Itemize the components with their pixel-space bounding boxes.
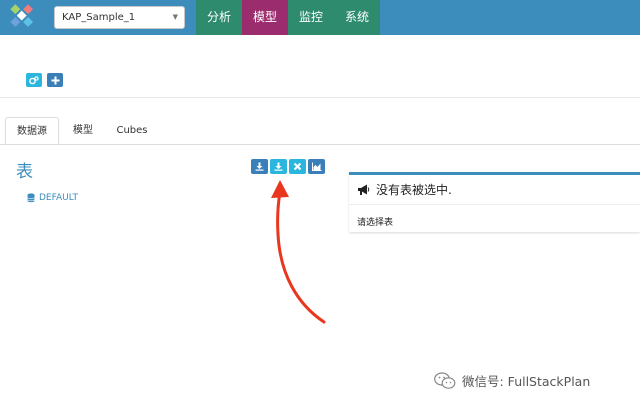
project-select[interactable]: KAP_Sample_1 ▼ bbox=[54, 6, 185, 29]
divider bbox=[0, 97, 640, 98]
panel-header: 没有表被选中. bbox=[349, 175, 640, 205]
cogs-icon bbox=[29, 75, 39, 84]
download-icon bbox=[255, 162, 264, 171]
nav-tab-system[interactable]: 系统 bbox=[334, 0, 380, 35]
tab-datasource[interactable]: 数据源 bbox=[5, 117, 59, 145]
load-table-button[interactable] bbox=[270, 159, 287, 174]
nav-tab-analysis[interactable]: 分析 bbox=[196, 0, 242, 35]
nav-tab-model[interactable]: 模型 bbox=[242, 0, 288, 35]
tree-item-default[interactable]: DEFAULT bbox=[27, 193, 78, 203]
download-button[interactable] bbox=[251, 159, 268, 174]
project-select-value: KAP_Sample_1 bbox=[62, 12, 136, 23]
caret-down-icon: ▼ bbox=[172, 13, 178, 21]
tab-models[interactable]: 模型 bbox=[62, 117, 104, 145]
plus-icon bbox=[51, 76, 59, 84]
remove-table-button[interactable] bbox=[289, 159, 306, 174]
chart-button[interactable] bbox=[308, 159, 325, 174]
tree-item-label: DEFAULT bbox=[39, 193, 78, 203]
page: KAP_Sample_1 ▼ 分析 模型 监控 系统 数据源 模型 Cubes … bbox=[0, 0, 640, 410]
add-button[interactable] bbox=[47, 73, 63, 87]
chart-icon bbox=[311, 162, 321, 171]
red-arrow-annotation bbox=[271, 180, 326, 324]
bullhorn-icon bbox=[358, 184, 370, 195]
panel-heading: 没有表被选中. bbox=[376, 183, 452, 197]
kap-logo-icon[interactable] bbox=[0, 0, 42, 35]
top-navbar: KAP_Sample_1 ▼ 分析 模型 监控 系统 bbox=[0, 0, 640, 35]
settings-button[interactable] bbox=[26, 73, 42, 87]
table-info-panel: 没有表被选中. 请选择表 bbox=[349, 172, 640, 232]
wechat-icon bbox=[434, 371, 456, 389]
nav-tab-monitor[interactable]: 监控 bbox=[288, 0, 334, 35]
watermark: 微信号: FullStackPlan bbox=[434, 371, 590, 390]
remove-icon bbox=[293, 162, 302, 171]
panel-body-text: 请选择表 bbox=[357, 218, 394, 228]
watermark-text: 微信号: FullStackPlan bbox=[462, 374, 591, 389]
section-title: 表 bbox=[16, 162, 33, 182]
tabs-underline bbox=[0, 144, 640, 145]
database-icon bbox=[27, 193, 35, 203]
tab-cubes[interactable]: Cubes bbox=[108, 117, 156, 145]
load-icon bbox=[274, 162, 283, 171]
